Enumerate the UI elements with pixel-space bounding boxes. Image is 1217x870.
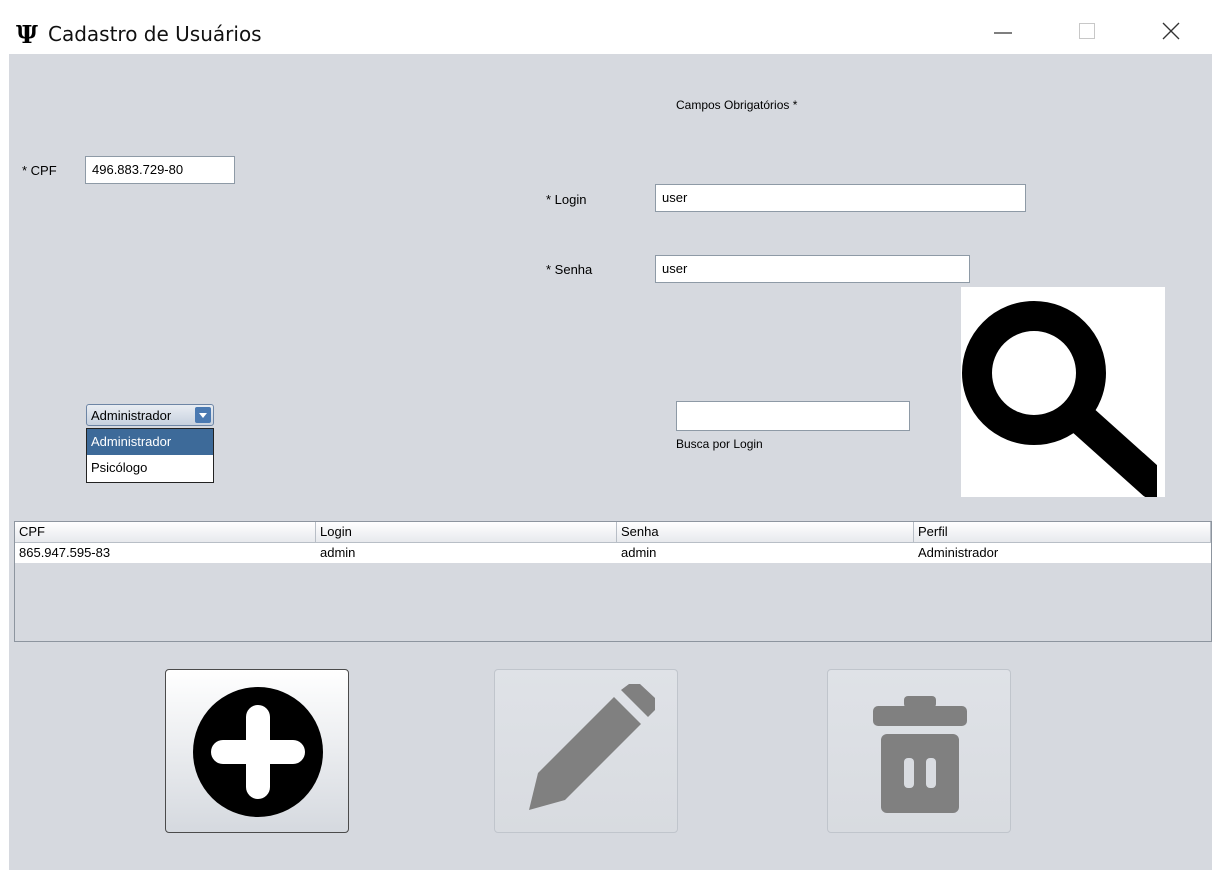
psi-logo-icon: Ψ bbox=[16, 20, 38, 49]
trash-icon bbox=[873, 696, 967, 813]
dropdown-option-administrador[interactable]: Administrador bbox=[87, 429, 213, 455]
cell-perfil: Administrador bbox=[918, 545, 999, 560]
search-input[interactable] bbox=[676, 401, 910, 431]
column-header-cpf[interactable]: CPF bbox=[15, 522, 316, 542]
cell-login: admin bbox=[320, 545, 356, 560]
table-header: CPF Login Senha Perfil bbox=[15, 522, 1211, 543]
cpf-label: * CPF bbox=[22, 163, 57, 178]
senha-input[interactable]: user bbox=[655, 255, 970, 283]
edit-user-button[interactable] bbox=[494, 669, 678, 833]
senha-label: * Senha bbox=[546, 262, 593, 277]
cell-senha: admin bbox=[621, 545, 657, 560]
close-button[interactable] bbox=[1148, 8, 1194, 54]
close-icon bbox=[1162, 22, 1180, 40]
minimize-button[interactable] bbox=[980, 8, 1026, 54]
users-table: CPF Login Senha Perfil 865.947.595-83 ad… bbox=[14, 521, 1212, 642]
maximize-icon bbox=[1079, 23, 1095, 39]
login-label: * Login bbox=[546, 192, 587, 207]
chevron-down-icon bbox=[199, 413, 207, 418]
magnifier-icon bbox=[962, 301, 1169, 499]
column-header-login[interactable]: Login bbox=[316, 522, 617, 542]
column-header-senha[interactable]: Senha bbox=[617, 522, 914, 542]
required-fields-note: Campos Obrigatórios * bbox=[676, 98, 798, 112]
pencil-icon bbox=[529, 684, 655, 810]
profile-combobox[interactable]: Administrador bbox=[86, 404, 214, 426]
combobox-arrow-button[interactable] bbox=[195, 407, 211, 423]
title-bar: Ψ Cadastro de Usuários bbox=[0, 8, 1217, 54]
table-row[interactable]: 865.947.595-83 admin admin Administrador bbox=[15, 543, 1211, 563]
search-label: Busca por Login bbox=[676, 437, 763, 451]
form-panel: Campos Obrigatórios * * CPF 496.883.729-… bbox=[9, 54, 1212, 870]
profile-combobox-value: Administrador bbox=[91, 408, 172, 423]
search-button[interactable] bbox=[961, 287, 1169, 499]
window-title: Cadastro de Usuários bbox=[48, 22, 262, 46]
cpf-input[interactable]: 496.883.729-80 bbox=[85, 156, 235, 184]
cell-cpf: 865.947.595-83 bbox=[19, 545, 111, 560]
add-user-button[interactable] bbox=[165, 669, 349, 833]
dropdown-option-psicologo[interactable]: Psicólogo bbox=[87, 455, 213, 481]
delete-user-button[interactable] bbox=[827, 669, 1011, 833]
column-header-perfil[interactable]: Perfil bbox=[914, 522, 1211, 542]
login-input[interactable]: user bbox=[655, 184, 1026, 212]
plus-circle-icon bbox=[193, 687, 323, 817]
maximize-button[interactable] bbox=[1064, 8, 1110, 54]
minimize-icon bbox=[994, 32, 1012, 34]
profile-dropdown-list: Administrador Psicólogo bbox=[86, 428, 214, 483]
